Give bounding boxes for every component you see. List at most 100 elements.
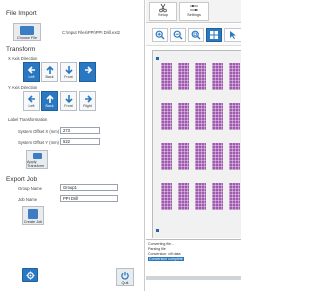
offset-y-field[interactable]: 522 [60, 138, 100, 145]
arrow-down-icon [64, 95, 73, 104]
x-front-label: Front [64, 75, 73, 79]
arrow-left-icon [27, 95, 35, 103]
log-panel: Converting file... Parsing file Conversi… [146, 239, 241, 276]
y-back-label: Back [45, 104, 54, 108]
panel-block [195, 143, 206, 170]
left-panel: File Import Choose File C:\Input Files\P… [0, 0, 145, 291]
group-name-field[interactable]: Group1 [60, 184, 118, 191]
create-job-label: Create Job [23, 220, 43, 224]
scrollbar-thumb[interactable] [146, 276, 241, 280]
panel-block [161, 143, 172, 170]
log-line: Parsing file [148, 247, 166, 251]
panel-block [229, 63, 240, 90]
tab-settings-label: Settings [187, 13, 201, 17]
zoom-out-button[interactable] [170, 28, 186, 42]
y-left-button[interactable]: Left [23, 91, 40, 111]
zoom-fit-button[interactable] [188, 28, 204, 42]
choose-file-button[interactable]: Choose File [13, 23, 41, 41]
log-line: Converting file... [148, 242, 174, 246]
tab-setup[interactable]: Setup [149, 2, 177, 21]
x-left-button[interactable]: Left [23, 62, 40, 82]
y-back-button[interactable]: Back [41, 91, 58, 111]
export-icon [28, 209, 38, 219]
gear-icon [25, 270, 35, 280]
create-job-button[interactable]: Create Job [22, 206, 44, 225]
panel-block [229, 143, 240, 170]
panel-block [195, 63, 206, 90]
apply-transform-button[interactable]: Apply Transform [26, 150, 48, 169]
transform-title: Transform [6, 46, 36, 53]
panel-block [212, 183, 223, 210]
offset-y-label: System Offset Y (mm) [18, 140, 59, 145]
horizontal-scrollbar[interactable] [146, 276, 241, 280]
arrow-up-icon [45, 65, 54, 74]
zoom-fit-icon [191, 30, 201, 40]
offset-x-label: System Offset X (mm) [18, 129, 60, 134]
arrow-left-icon [27, 66, 35, 74]
y-front-label: Front [64, 104, 73, 108]
file-import-title: File Import [6, 10, 37, 17]
offset-x-field[interactable]: 273 [60, 127, 100, 134]
zoom-in-icon [155, 30, 165, 40]
arrow-right-icon [84, 95, 92, 103]
panel-block [229, 183, 240, 210]
y-axis-label: Y Axis Direction [8, 85, 38, 90]
tab-settings[interactable]: Settings [179, 2, 209, 21]
x-front-button[interactable]: Front [60, 62, 77, 82]
cursor-button[interactable] [224, 28, 241, 42]
right-panel: Setup Settings Converting file... Parsin… [146, 0, 241, 291]
log-line: Conversion complete [148, 257, 184, 261]
x-back-label: Back [45, 75, 54, 79]
panel-block [178, 103, 189, 130]
cursor-icon [230, 31, 236, 39]
apply-transform-label: Apply Transform [27, 160, 45, 168]
x-right-button[interactable] [79, 62, 96, 82]
preview-canvas[interactable] [152, 50, 241, 238]
x-axis-label: X Axis Direction [8, 56, 38, 61]
panel-block [161, 63, 172, 90]
file-path: C:\Input Files\PPI\PPI Drill.ext2 [62, 30, 120, 35]
export-job-title: Export Job [6, 176, 38, 183]
settings-button[interactable] [22, 268, 38, 282]
panel-block [161, 183, 172, 210]
grid-icon [210, 31, 218, 39]
panel-block [178, 183, 189, 210]
zoom-in-button[interactable] [152, 28, 168, 42]
y-right-label: Right [83, 104, 92, 108]
y-right-button[interactable]: Right [79, 91, 96, 111]
tab-setup-label: Setup [158, 13, 168, 17]
folder-icon [20, 26, 34, 35]
job-name-label: Job Name [18, 197, 38, 202]
x-back-button[interactable]: Back [41, 62, 58, 82]
quit-button[interactable]: Quit [116, 268, 134, 286]
tab-bar: Setup Settings [146, 0, 241, 23]
panel-block [178, 63, 189, 90]
panel-block [195, 103, 206, 130]
arrow-down-icon [64, 66, 73, 75]
grid-button[interactable] [206, 28, 222, 42]
fiducial-mark [156, 57, 159, 60]
scissors-icon [159, 3, 167, 13]
log-line: Conversion: xlif data [148, 252, 181, 256]
choose-file-label: Choose File [16, 36, 38, 40]
y-front-button[interactable]: Front [60, 91, 77, 111]
x-left-label: Left [28, 75, 35, 79]
y-left-label: Left [28, 104, 35, 108]
view-toolbar [146, 24, 241, 46]
fiducial-mark [156, 229, 159, 232]
group-name-label: Group Name [18, 186, 42, 191]
panel-block [161, 103, 172, 130]
job-name-field[interactable]: PPI Drill [60, 195, 118, 202]
zoom-out-icon [173, 30, 183, 40]
panel-block [212, 143, 223, 170]
sliders-icon [190, 5, 198, 11]
quit-label: Quit [121, 281, 129, 285]
arrow-right-icon [84, 66, 92, 74]
panel-block [195, 183, 206, 210]
arrow-up-icon [45, 94, 54, 103]
calculator-icon [32, 153, 42, 159]
panel-block [212, 103, 223, 130]
panel-block [229, 103, 240, 130]
panel-block [178, 143, 189, 170]
panel-block [212, 63, 223, 90]
